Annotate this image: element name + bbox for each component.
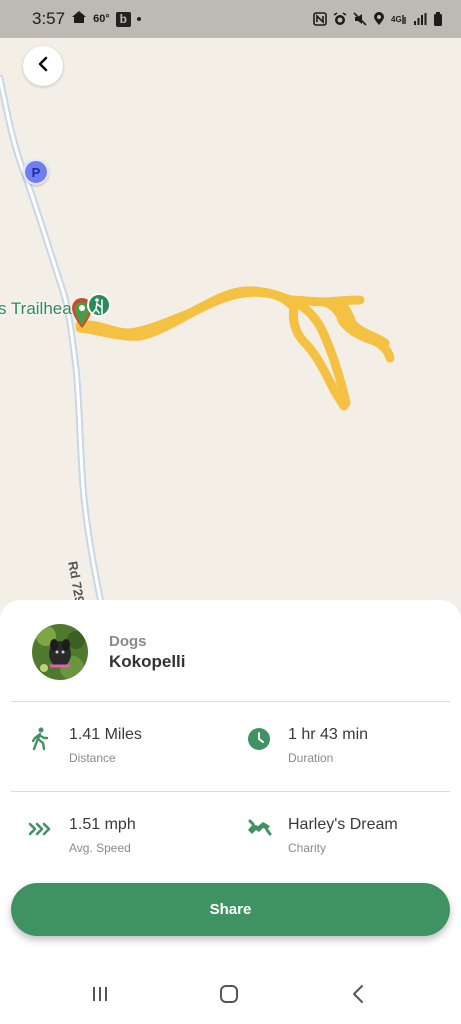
divider bbox=[11, 791, 450, 792]
share-button[interactable]: Share bbox=[11, 883, 450, 936]
back-nav-button[interactable] bbox=[338, 984, 378, 1008]
charity-value: Harley's Dream bbox=[288, 816, 398, 833]
distance-label: Distance bbox=[69, 751, 116, 765]
duration-value: 1 hr 43 min bbox=[288, 726, 369, 743]
stat-duration: 1 hr 43 min Duration bbox=[246, 726, 368, 765]
home-button[interactable] bbox=[209, 984, 249, 1008]
recent-apps-button[interactable] bbox=[80, 984, 120, 1008]
status-temperature: 60° bbox=[93, 13, 110, 25]
stat-avg-speed: 1.51 mph Avg. Speed bbox=[27, 816, 136, 855]
status-time: 3:57 bbox=[32, 9, 66, 28]
duration-label: Duration bbox=[288, 751, 334, 765]
pet-name: Kokopelli bbox=[109, 651, 186, 671]
clock-icon bbox=[246, 726, 272, 752]
signal-icon bbox=[413, 12, 427, 26]
triple-chevron-icon bbox=[27, 816, 53, 842]
b-app-icon: b bbox=[115, 11, 131, 27]
notification-dot-icon bbox=[136, 17, 141, 21]
system-nav-bar bbox=[0, 964, 461, 1024]
battery-icon bbox=[433, 11, 443, 27]
speed-label: Avg. Speed bbox=[69, 841, 131, 855]
map-canvas bbox=[0, 74, 395, 618]
nfc-icon bbox=[313, 12, 327, 26]
alarm-icon bbox=[333, 12, 347, 26]
parking-icon[interactable]: P bbox=[23, 159, 49, 185]
back-chevron-icon bbox=[351, 984, 365, 1009]
4g-icon: 4G bbox=[391, 12, 407, 26]
recent-apps-icon bbox=[91, 985, 109, 1008]
svg-text:4G: 4G bbox=[391, 15, 402, 24]
chevron-left-icon bbox=[36, 56, 50, 77]
avatar bbox=[32, 624, 88, 680]
stat-distance: 1.41 Miles Distance bbox=[27, 726, 142, 765]
location-icon bbox=[373, 12, 385, 26]
activity-summary-card: Dogs Kokopelli 1.41 Miles Distance 1 hr … bbox=[0, 600, 461, 1024]
mute-icon bbox=[353, 12, 367, 26]
charity-label: Charity bbox=[288, 841, 327, 855]
home-icon bbox=[219, 984, 239, 1009]
map-view[interactable]: P s Trailhea Rd 7297 bbox=[0, 38, 461, 618]
home-status-icon bbox=[71, 9, 87, 29]
distance-value: 1.41 Miles bbox=[69, 726, 142, 743]
status-bar: 3:57 60° b 4G bbox=[0, 0, 461, 38]
pet-category: Dogs bbox=[109, 632, 147, 650]
trailhead-hiker-icon bbox=[87, 293, 111, 317]
trailhead-label: s Trailhea bbox=[0, 299, 72, 318]
walking-person-icon bbox=[27, 726, 53, 752]
stat-charity: Harley's Dream Charity bbox=[246, 816, 398, 855]
speed-value: 1.51 mph bbox=[69, 816, 136, 833]
back-button[interactable] bbox=[23, 46, 63, 86]
divider bbox=[11, 701, 450, 702]
pet-profile[interactable]: Dogs Kokopelli bbox=[32, 624, 186, 680]
handshake-icon bbox=[246, 816, 272, 842]
activity-track bbox=[75, 286, 395, 411]
